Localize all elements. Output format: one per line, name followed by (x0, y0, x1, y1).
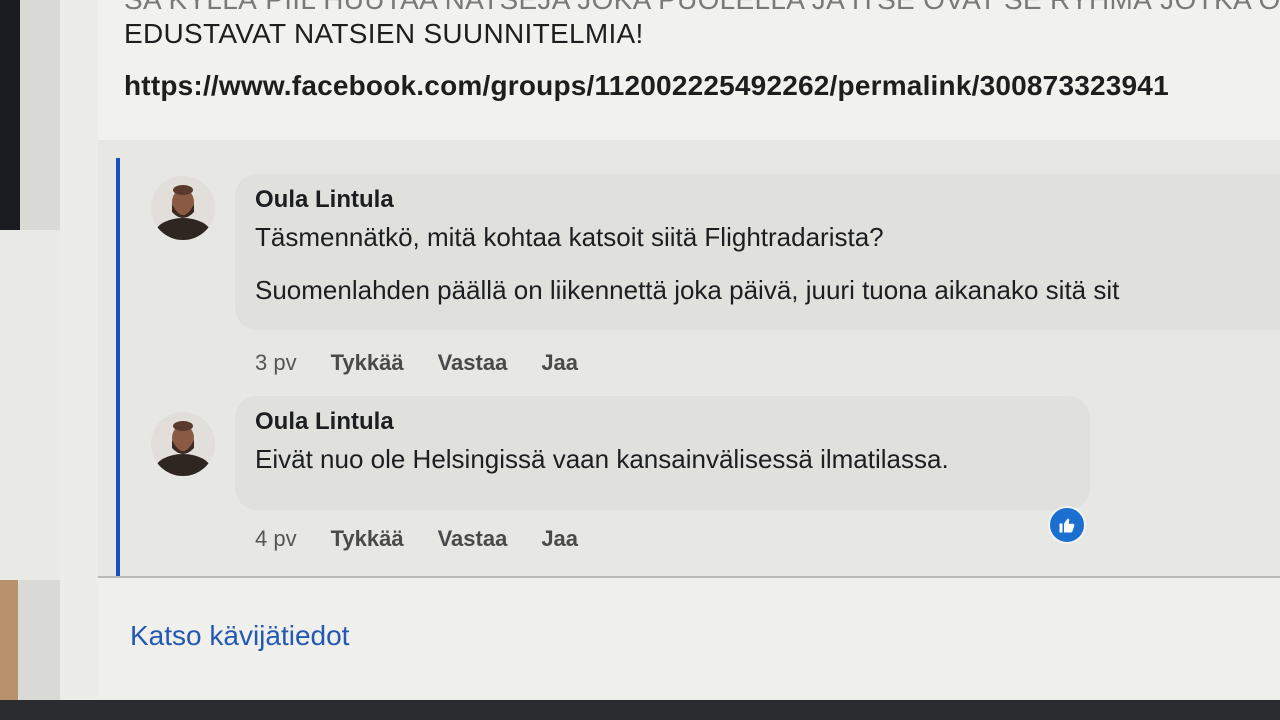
comment-time[interactable]: 4 pv (255, 526, 297, 552)
reply-button[interactable]: Vastaa (438, 526, 508, 552)
comment-author[interactable]: Oula Lintula (255, 186, 1280, 214)
thread-line (116, 158, 120, 576)
avatar[interactable] (151, 412, 215, 476)
like-button[interactable]: Tykkää (331, 350, 404, 376)
background-edge (0, 0, 20, 230)
comment-text: Täsmennätkö, mitä kohtaa katsoit siitä F… (255, 222, 884, 252)
comment-text: Suomenlahden päällä on liikennettä joka … (255, 275, 1120, 305)
footer-card: Katso kävijätiedot (98, 578, 1280, 698)
background-edge-bottom-bar (0, 700, 1280, 720)
user-avatar-icon (155, 185, 211, 240)
user-avatar-icon (155, 421, 211, 476)
comment-time[interactable]: 3 pv (255, 350, 297, 376)
post-text: EDUSTAVAT NATSIEN SUUNNITELMIA! (124, 18, 644, 49)
share-button[interactable]: Jaa (541, 526, 578, 552)
avatar[interactable] (151, 176, 215, 240)
comment-actions: 3 pv Tykkää Vastaa Jaa (255, 350, 578, 376)
reply-button[interactable]: Vastaa (438, 350, 508, 376)
view-insights-link[interactable]: Katso kävijätiedot (130, 620, 349, 652)
post-text-cropped: SA KYLLÄ PIIL HUUTAA NATSEJA JOKA PUOLEL… (124, 0, 1280, 16)
left-panel (0, 230, 60, 580)
page: SA KYLLÄ PIIL HUUTAA NATSEJA JOKA PUOLEL… (60, 0, 1280, 700)
comment-thread: Oula Lintula Täsmennätkö, mitä kohtaa ka… (98, 140, 1280, 578)
comment-actions: 4 pv Tykkää Vastaa Jaa (255, 526, 578, 552)
comment-bubble: Oula Lintula Eivät nuo ole Helsingissä v… (235, 396, 1090, 510)
comment-bubble: Oula Lintula Täsmennätkö, mitä kohtaa ka… (235, 174, 1280, 330)
comment-text: Eivät nuo ole Helsingissä vaan kansainvä… (255, 444, 949, 474)
post-card: SA KYLLÄ PIIL HUUTAA NATSEJA JOKA PUOLEL… (98, 0, 1280, 141)
thumbs-up-icon (1059, 518, 1075, 533)
like-button[interactable]: Tykkää (331, 526, 404, 552)
background-edge-bottom (0, 580, 18, 720)
reaction-badge[interactable] (1048, 506, 1086, 544)
comment-author[interactable]: Oula Lintula (255, 408, 1070, 436)
post-link[interactable]: https://www.facebook.com/groups/11200222… (124, 70, 1169, 102)
share-button[interactable]: Jaa (541, 350, 578, 376)
